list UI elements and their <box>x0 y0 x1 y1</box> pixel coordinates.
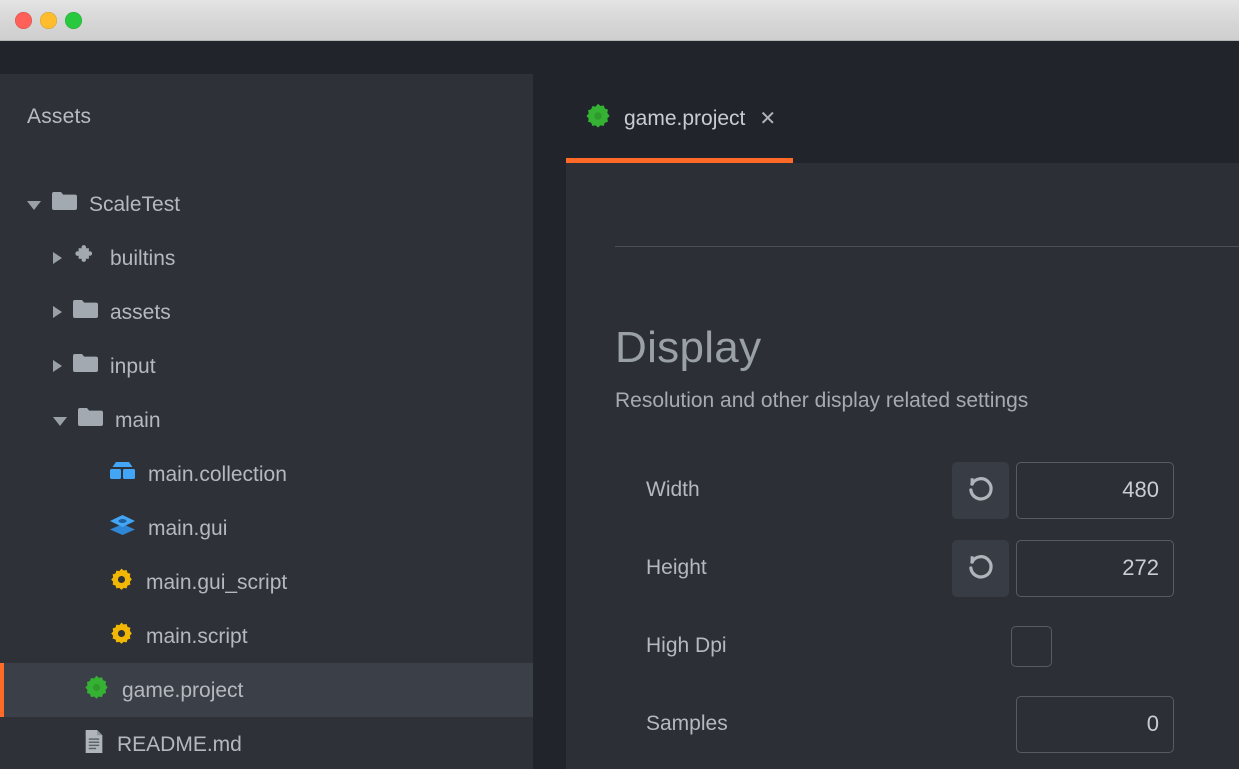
form-row-samples: Samples 0 <box>566 685 1239 763</box>
chevron-down-icon[interactable] <box>27 201 41 210</box>
samples-value: 0 <box>1147 711 1159 737</box>
tab-label: game.project <box>624 107 745 131</box>
samples-input[interactable]: 0 <box>1016 696 1174 753</box>
tree-item-label: ScaleTest <box>89 194 180 215</box>
tree-item-readme[interactable]: README.md <box>0 717 533 769</box>
width-input[interactable]: 480 <box>1016 462 1174 519</box>
script-icon <box>109 567 134 598</box>
puzzle-icon <box>73 243 98 273</box>
tree-item-label: builtins <box>110 248 175 269</box>
page-subtitle: Resolution and other display related set… <box>615 389 1028 413</box>
asset-tree: ScaleTest builtins assets <box>0 177 533 769</box>
document-icon <box>83 729 105 760</box>
tree-item-builtins[interactable]: builtins <box>0 231 533 285</box>
tree-item-label: main <box>115 410 161 431</box>
section-divider <box>615 246 1239 247</box>
width-value: 480 <box>1122 477 1159 503</box>
reset-arrow-icon <box>965 474 997 506</box>
reset-arrow-icon <box>965 552 997 584</box>
form-row-width: Width 480 <box>566 451 1239 529</box>
chevron-down-icon[interactable] <box>53 417 67 426</box>
assets-sidebar: Assets ScaleTest builtins <box>0 74 533 769</box>
assets-panel-title: Assets <box>27 105 91 129</box>
field-label-width: Width <box>646 478 700 502</box>
page-title: Display <box>615 323 761 373</box>
chevron-right-icon[interactable] <box>53 360 62 372</box>
tree-item-label: main.gui <box>148 518 227 539</box>
height-input[interactable]: 272 <box>1016 540 1174 597</box>
project-icon <box>83 674 110 707</box>
form-row-height: Height 272 <box>566 529 1239 607</box>
field-label-samples: Samples <box>646 712 728 736</box>
gui-icon <box>109 514 136 542</box>
field-label-high-dpi: High Dpi <box>646 634 727 658</box>
reset-width-button[interactable] <box>952 462 1009 519</box>
chevron-right-icon[interactable] <box>53 306 62 318</box>
collection-icon <box>109 461 136 487</box>
folder-icon <box>73 299 98 325</box>
close-window-button[interactable] <box>15 12 32 29</box>
height-value: 272 <box>1122 555 1159 581</box>
defold-editor-window: Assets ScaleTest builtins <box>0 0 1239 769</box>
zoom-window-button[interactable] <box>65 12 82 29</box>
tree-item-label: README.md <box>117 734 242 755</box>
tree-item-label: main.gui_script <box>146 572 287 593</box>
tree-item-input[interactable]: input <box>0 339 533 393</box>
close-icon[interactable]: ✕ <box>759 109 776 129</box>
chevron-right-icon[interactable] <box>53 252 62 264</box>
folder-icon <box>52 191 77 217</box>
project-settings-pane: Display Resolution and other display rel… <box>566 163 1239 769</box>
tree-item-main-gui[interactable]: main.gui <box>0 501 533 555</box>
tree-item-label: input <box>110 356 156 377</box>
folder-icon <box>78 407 103 433</box>
display-settings-form: Width 480 Height <box>566 451 1239 769</box>
field-label-height: Height <box>646 556 707 580</box>
minimize-window-button[interactable] <box>40 12 57 29</box>
folder-icon <box>73 353 98 379</box>
form-row-high-dpi: High Dpi <box>566 607 1239 685</box>
tree-item-main-gui-script[interactable]: main.gui_script <box>0 555 533 609</box>
project-icon <box>584 102 612 135</box>
toolbar-strip <box>0 41 1239 74</box>
tree-item-scaletest[interactable]: ScaleTest <box>0 177 533 231</box>
editor-area: game.project ✕ Display Resolution and ot… <box>566 74 1239 769</box>
tree-item-label: assets <box>110 302 171 323</box>
form-row-fullscreen: Fullscreen <box>566 763 1239 769</box>
tab-game-project[interactable]: game.project ✕ <box>566 74 793 163</box>
script-icon <box>109 621 134 652</box>
tree-item-main-script[interactable]: main.script <box>0 609 533 663</box>
reset-height-button[interactable] <box>952 540 1009 597</box>
tree-item-label: game.project <box>122 680 243 701</box>
tree-item-main[interactable]: main <box>0 393 533 447</box>
tree-item-assets[interactable]: assets <box>0 285 533 339</box>
tree-item-label: main.script <box>146 626 248 647</box>
tree-item-main-collection[interactable]: main.collection <box>0 447 533 501</box>
high-dpi-checkbox[interactable] <box>1011 626 1052 667</box>
window-controls <box>15 12 82 29</box>
editor-tabstrip: game.project ✕ <box>566 74 1239 163</box>
tree-item-game-project[interactable]: game.project <box>0 663 533 717</box>
window-titlebar <box>0 0 1239 41</box>
tree-item-label: main.collection <box>148 464 287 485</box>
